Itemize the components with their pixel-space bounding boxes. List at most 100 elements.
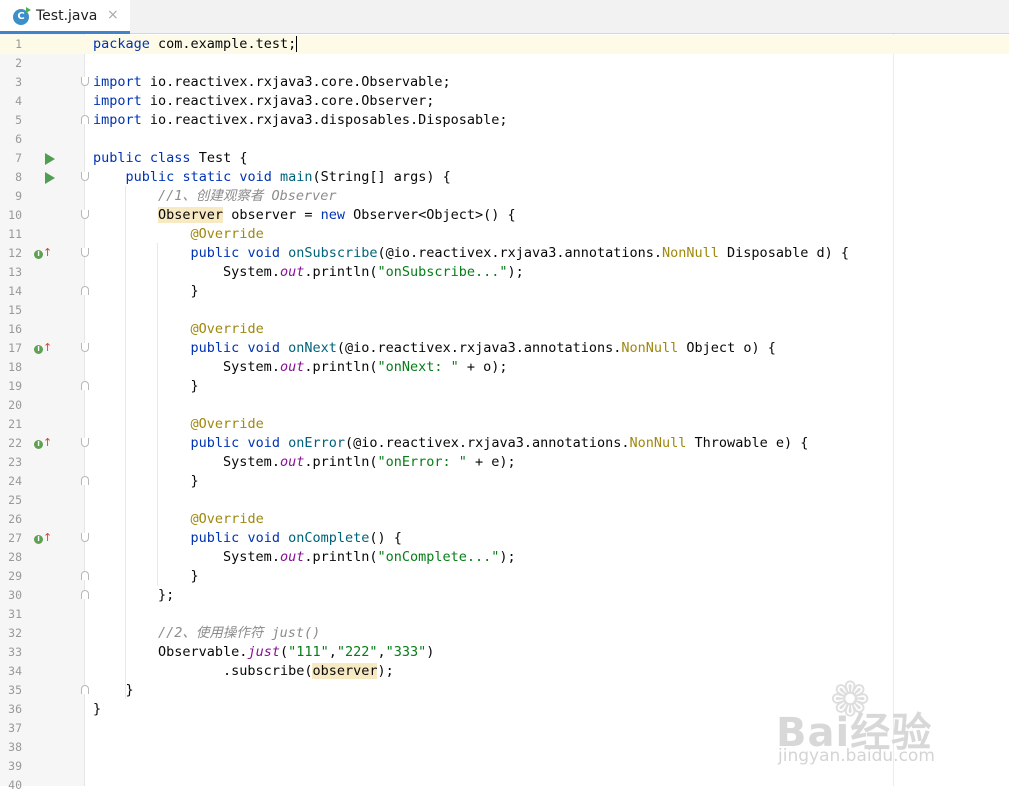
code-line[interactable]: 13 System.out.println("onSubscribe...");: [0, 263, 1009, 282]
code-line[interactable]: 35 }: [0, 681, 1009, 700]
editor-tab-bar: C Test.java ×: [0, 0, 1009, 34]
code-line[interactable]: 23 System.out.println("onError: " + e);: [0, 453, 1009, 472]
line-number: 2: [15, 56, 22, 70]
fold-open-icon[interactable]: [81, 77, 89, 86]
line-number: 26: [8, 512, 22, 526]
line-number: 1: [15, 37, 22, 51]
line-number: 16: [8, 322, 22, 336]
fold-close-icon[interactable]: [81, 381, 89, 390]
string-literal: "onError: ": [377, 454, 467, 470]
param: Throwable e) {: [686, 435, 809, 451]
code-line[interactable]: 38: [0, 738, 1009, 757]
fold-close-icon[interactable]: [81, 571, 89, 580]
code-line[interactable]: 19 }: [0, 377, 1009, 396]
fold-open-icon[interactable]: [81, 172, 89, 181]
fold-open-icon[interactable]: [81, 438, 89, 447]
line-number: 7: [15, 151, 22, 165]
main-params: (String[] args) {: [312, 169, 451, 185]
code-line[interactable]: 18 System.out.println("onNext: " + o);: [0, 358, 1009, 377]
code-line[interactable]: 21 @Override: [0, 415, 1009, 434]
code-line[interactable]: 7 public class Test {: [0, 149, 1009, 168]
call-end: );: [499, 549, 516, 565]
implements-method-icon[interactable]: I ↑: [34, 436, 52, 450]
system-ref: System.: [223, 454, 280, 470]
code-line[interactable]: 26 @Override: [0, 510, 1009, 529]
fold-close-icon[interactable]: [81, 476, 89, 485]
code-line[interactable]: 10 Observer observer = new Observer<Obje…: [0, 206, 1009, 225]
static-field-out: out: [279, 454, 305, 470]
close-icon[interactable]: ×: [107, 7, 119, 23]
implements-method-icon[interactable]: I ↑: [34, 341, 52, 355]
code-line[interactable]: 20: [0, 396, 1009, 415]
fold-close-icon[interactable]: [81, 685, 89, 694]
code-line[interactable]: 37: [0, 719, 1009, 738]
paren: ): [426, 644, 435, 660]
keyword-class: class: [149, 150, 191, 166]
import-path: io.reactivex.rxjava3.core.Observable;: [141, 74, 451, 90]
run-icon[interactable]: [45, 172, 55, 184]
fold-close-icon[interactable]: [81, 590, 89, 599]
code-line[interactable]: 25: [0, 491, 1009, 510]
code-line[interactable]: 30 };: [0, 586, 1009, 605]
code-line[interactable]: 2: [0, 54, 1009, 73]
system-ref: System.: [223, 359, 280, 375]
code-line[interactable]: 3 import io.reactivex.rxjava3.core.Obser…: [0, 73, 1009, 92]
code-line[interactable]: 28 System.out.println("onComplete...");: [0, 548, 1009, 567]
code-line[interactable]: 17 I ↑ public void onNext(@io.reactivex.r…: [0, 339, 1009, 358]
code-line[interactable]: 14 }: [0, 282, 1009, 301]
keyword-public: public: [190, 340, 240, 356]
code-line[interactable]: 33 Observable.just("111","222","333"): [0, 643, 1009, 662]
param: Object o) {: [678, 340, 776, 356]
code-line[interactable]: 29 }: [0, 567, 1009, 586]
println-call: .println(: [304, 549, 378, 565]
tab-test-java[interactable]: C Test.java ×: [0, 0, 130, 34]
implements-method-icon[interactable]: I ↑: [34, 246, 52, 260]
code-line[interactable]: 8 public static void main(String[] args)…: [0, 168, 1009, 187]
line-number: 8: [15, 170, 22, 184]
code-line[interactable]: 34 .subscribe(observer);: [0, 662, 1009, 681]
code-line[interactable]: 5 import io.reactivex.rxjava3.disposable…: [0, 111, 1009, 130]
fold-close-icon[interactable]: [81, 115, 89, 124]
code-line[interactable]: 1 package com.example.test;: [0, 35, 1009, 54]
line-number: 11: [8, 227, 22, 241]
run-icon[interactable]: [45, 153, 55, 165]
code-line[interactable]: 15: [0, 301, 1009, 320]
comma: ,: [328, 644, 337, 660]
code-line[interactable]: 36 }: [0, 700, 1009, 719]
line-number: 17: [8, 341, 22, 355]
code-line[interactable]: 9 //1、创建观察者 Observer: [0, 187, 1009, 206]
line-number: 10: [8, 208, 22, 222]
param: Disposable d) {: [718, 245, 849, 261]
code-line[interactable]: 22 I ↑ public void onError(@io.reactivex.…: [0, 434, 1009, 453]
code-line[interactable]: 24 }: [0, 472, 1009, 491]
line-number: 25: [8, 493, 22, 507]
code-line[interactable]: 6: [0, 130, 1009, 149]
method-onerror: onError: [288, 435, 346, 451]
code-line[interactable]: 31: [0, 605, 1009, 624]
fold-open-icon[interactable]: [81, 248, 89, 257]
line-number: 37: [8, 721, 22, 735]
static-field-out: out: [279, 359, 305, 375]
code-line[interactable]: 12 I ↑ public void onSubscribe(@io.reacti…: [0, 244, 1009, 263]
code-line[interactable]: 11 @Override: [0, 225, 1009, 244]
keyword-void: void: [247, 435, 280, 451]
line-number: 6: [15, 132, 22, 146]
code-line[interactable]: 27 I ↑ public void onComplete() {: [0, 529, 1009, 548]
line-number: 27: [8, 531, 22, 545]
code-line[interactable]: 4 import io.reactivex.rxjava3.core.Obser…: [0, 92, 1009, 111]
fold-open-icon[interactable]: [81, 343, 89, 352]
code-line[interactable]: 16 @Override: [0, 320, 1009, 339]
implements-method-icon[interactable]: I ↑: [34, 531, 52, 545]
fold-open-icon[interactable]: [81, 210, 89, 219]
keyword-package: package: [93, 36, 150, 52]
line-number: 4: [15, 94, 22, 108]
fold-close-icon[interactable]: [81, 286, 89, 295]
closing-brace: }: [93, 701, 102, 717]
code-line[interactable]: 39: [0, 757, 1009, 776]
closing-brace: }: [125, 682, 134, 698]
keyword-void: void: [247, 245, 280, 261]
annotation-override: @Override: [190, 226, 264, 242]
fold-open-icon[interactable]: [81, 533, 89, 542]
line-number: 23: [8, 455, 22, 469]
code-line[interactable]: 32 //2、使用操作符 just(): [0, 624, 1009, 643]
